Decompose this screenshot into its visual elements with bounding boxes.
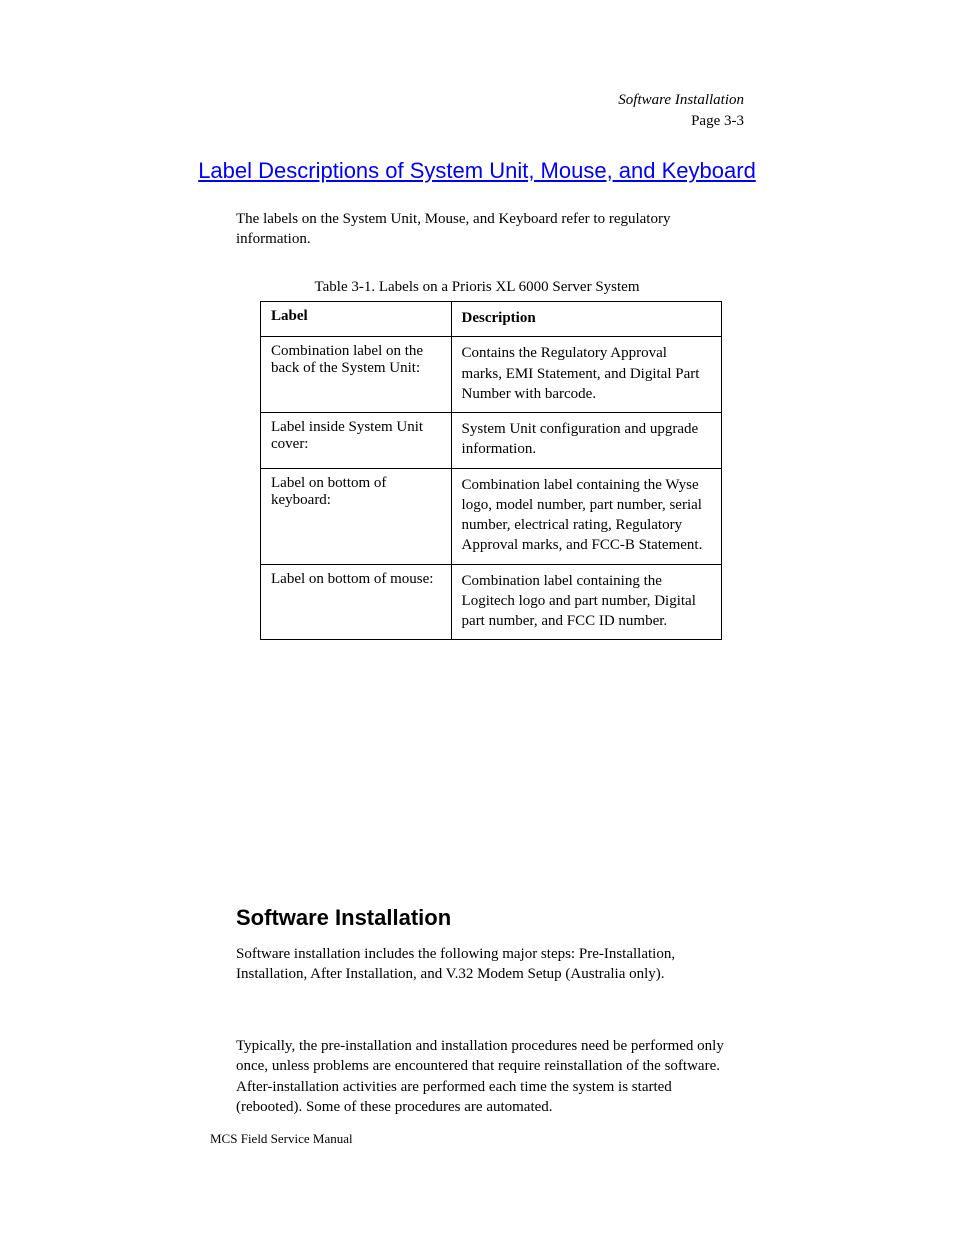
body-paragraph: Typically, the pre-installation and inst… [236, 1036, 741, 1117]
table-header-label: Label [261, 302, 452, 337]
table-cell-description: Combination label containing the Wyse lo… [451, 468, 721, 564]
page: Software Installation Page 3-3 Label Des… [0, 0, 954, 1235]
table-cell-label: Combination label on the back of the Sys… [261, 337, 452, 413]
body-paragraph: Software installation includes the follo… [236, 944, 741, 985]
table-row: Label on bottom of keyboard: Combination… [261, 468, 722, 564]
table-cell-label: Label on bottom of keyboard: [261, 468, 452, 564]
page-number: Page 3-3 [691, 113, 744, 130]
table-cell-label: Label inside System Unit cover: [261, 413, 452, 469]
section-heading: Software Installation [236, 905, 741, 931]
footer-text: MCS Field Service Manual [210, 1131, 353, 1147]
table-row: Label on bottom of mouse: Combination la… [261, 564, 722, 640]
table-cell-label: Label on bottom of mouse: [261, 564, 452, 640]
table-cell-description: Contains the Regulatory Approval marks, … [451, 337, 721, 413]
table-row: Combination label on the back of the Sys… [261, 337, 722, 413]
table-cell-description: System Unit configuration and upgrade in… [451, 413, 721, 469]
labels-table: Label Description Combination label on t… [260, 301, 722, 640]
intro-paragraph: The labels on the System Unit, Mouse, an… [236, 209, 741, 250]
table-caption: Table 3-1. Labels on a Prioris XL 6000 S… [0, 279, 954, 296]
header-breadcrumb: Software Installation [618, 92, 744, 109]
table-header-row: Label Description [261, 302, 722, 337]
section-title-link-wrap: Label Descriptions of System Unit, Mouse… [0, 158, 954, 184]
table-cell-description: Combination label containing the Logitec… [451, 564, 721, 640]
section-title-link[interactable]: Label Descriptions of System Unit, Mouse… [198, 158, 756, 183]
table-row: Label inside System Unit cover: System U… [261, 413, 722, 469]
table-header-description: Description [451, 302, 721, 337]
